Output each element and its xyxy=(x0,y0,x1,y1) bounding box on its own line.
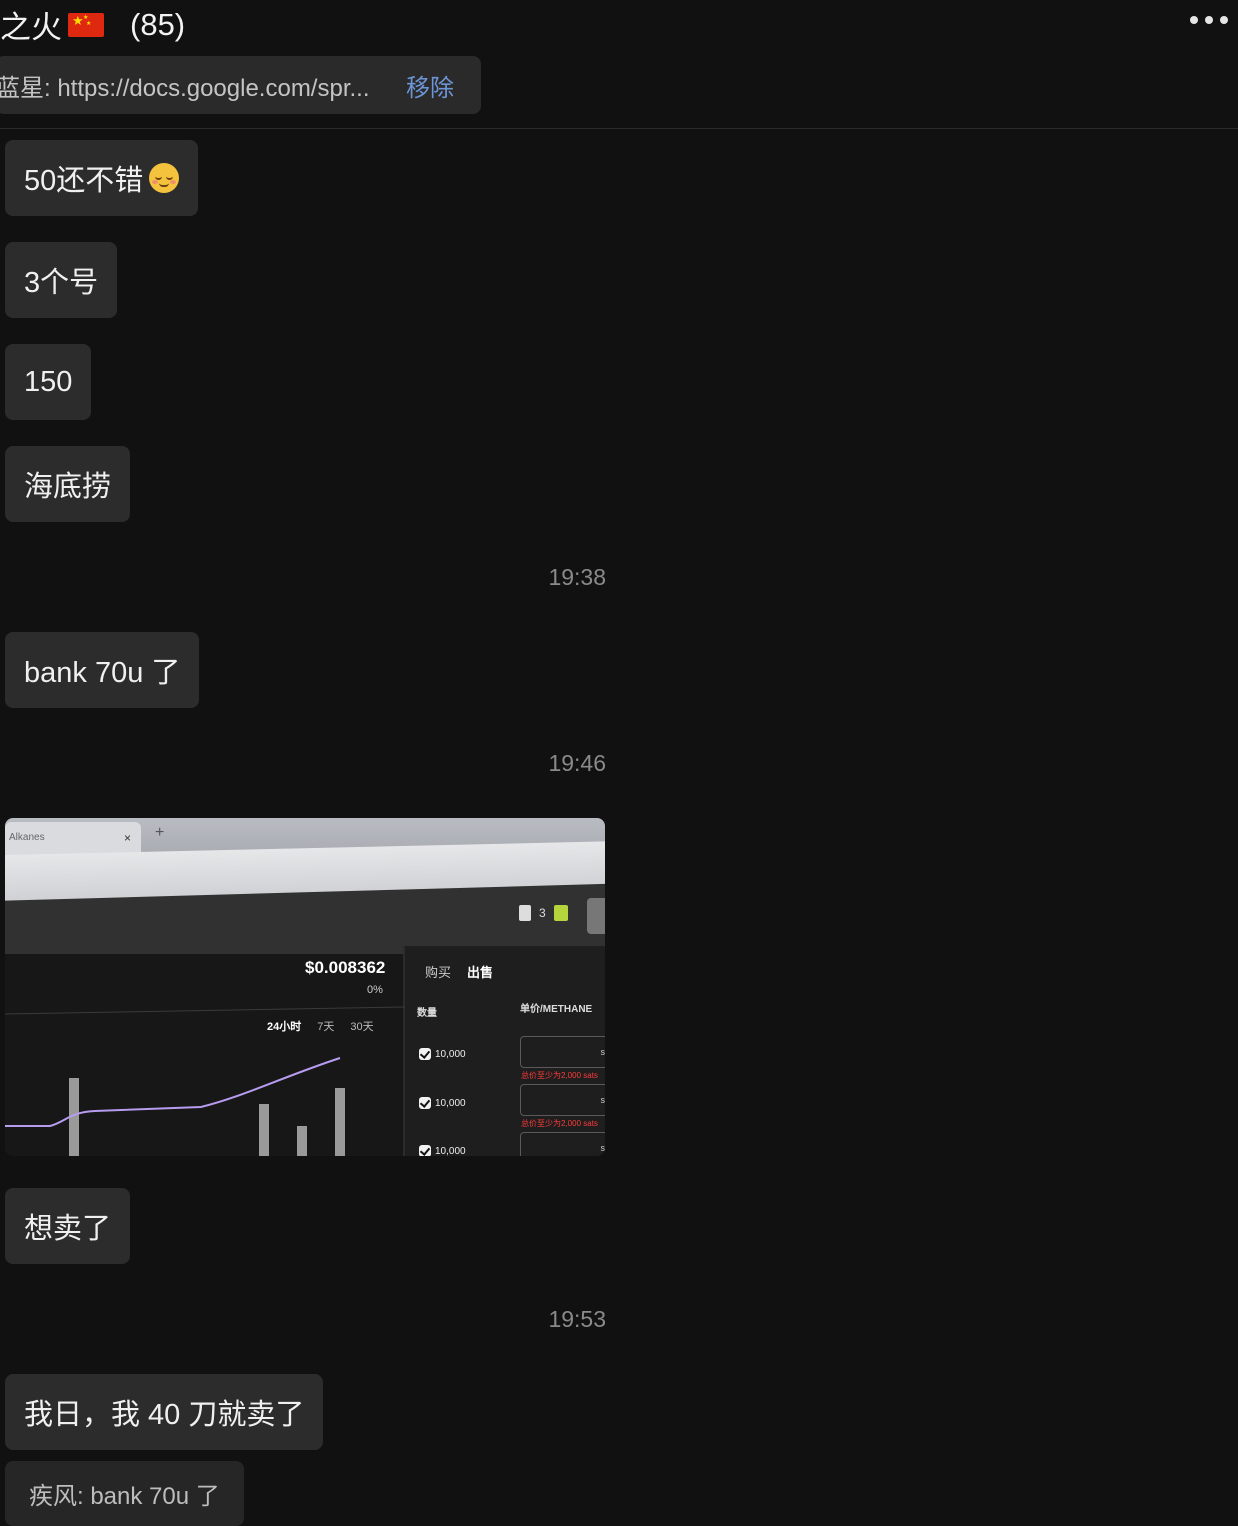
image-message[interactable]: Alkanes × + 3 $0.008362 0% 24小时 7天 30天 购… xyxy=(5,818,605,1156)
message-text: 150 xyxy=(24,365,73,398)
unit-price-header: 单价/METHANE xyxy=(520,1004,593,1015)
chat-title-text: 之火 xyxy=(0,10,62,45)
browser-tab: Alkanes × xyxy=(5,822,141,856)
gas-count: 3 xyxy=(539,906,546,920)
message-bubble[interactable]: bank 70u 了 xyxy=(5,632,200,708)
message-bubble[interactable]: 想卖了 xyxy=(5,1188,131,1264)
volume-bar xyxy=(335,1088,345,1156)
timestamp: 19:38 xyxy=(548,564,606,590)
pinned-remove-button[interactable]: 移除 xyxy=(406,68,454,103)
min-total-warning: 总价至少为2,000 sats xyxy=(521,1119,598,1128)
volume-bar xyxy=(297,1126,307,1156)
message-bubble[interactable]: 3个号 xyxy=(5,242,118,318)
unit-price-input: s xyxy=(520,1036,605,1068)
wallet-status: 3 xyxy=(519,905,568,921)
buy-tab: 购买 xyxy=(425,965,452,980)
pinned-message[interactable]: 蓝星: https://docs.google.com/spr... 移除 xyxy=(0,56,481,114)
message-text: 50还不错 xyxy=(24,165,144,197)
unit-price-input: s xyxy=(520,1132,605,1156)
message-text: 海底捞 xyxy=(24,471,112,503)
token-price: $0.008362 xyxy=(305,958,386,977)
chat-header: 之火 ★ ★ ★ (85) xyxy=(0,0,1238,48)
quoted-message[interactable]: 疾风: bank 70u 了 xyxy=(5,1461,244,1526)
price-change: 0% xyxy=(367,984,383,996)
more-dots-icon[interactable] xyxy=(1190,16,1228,24)
wallet-icon xyxy=(553,905,568,921)
message-bubble[interactable]: 150 xyxy=(5,344,92,420)
relieved-face-emoji-icon xyxy=(149,163,180,193)
tab-close-icon: × xyxy=(124,831,132,845)
timestamp: 19:53 xyxy=(548,1306,606,1332)
divider xyxy=(0,128,1238,129)
qty-header: 数量 xyxy=(417,1008,437,1019)
pinned-message-text: 蓝星: https://docs.google.com/spr... xyxy=(0,74,370,102)
order-row: 10,000 xyxy=(419,1048,466,1060)
price-line xyxy=(5,1057,341,1127)
sell-tab: 出售 xyxy=(467,965,494,980)
order-row: 10,000 xyxy=(419,1145,466,1156)
checkbox-icon xyxy=(419,1048,431,1060)
quoted-message-text: 疾风: bank 70u 了 xyxy=(29,1483,220,1510)
min-total-warning: 总价至少为2,000 sats xyxy=(521,1071,598,1080)
browser-tab-title: Alkanes xyxy=(9,832,45,843)
message-text: 想卖了 xyxy=(24,1213,112,1245)
message-text: 3个号 xyxy=(24,267,99,299)
chat-title: 之火 ★ ★ ★ (85) xyxy=(0,2,185,47)
connect-button xyxy=(587,898,605,934)
message-bubble[interactable]: 50还不错 xyxy=(5,140,199,216)
volume-bar xyxy=(259,1104,269,1156)
unit-price-input: s xyxy=(520,1084,605,1116)
order-qty: 10,000 xyxy=(435,1048,466,1060)
timestamp: 19:46 xyxy=(548,750,606,776)
message-text: bank 70u 了 xyxy=(24,657,181,689)
new-tab-icon: + xyxy=(155,824,165,841)
message-bubble[interactable]: 海底捞 xyxy=(5,446,131,522)
order-qty: 10,000 xyxy=(435,1097,466,1109)
message-text: 我日，我 40 刀就卖了 xyxy=(24,1399,305,1431)
order-row: 10,000 xyxy=(419,1097,466,1109)
message-bubble[interactable]: 我日，我 40 刀就卖了 xyxy=(5,1374,324,1450)
member-count: (85) xyxy=(130,6,186,42)
china-flag-icon: ★ ★ ★ xyxy=(68,12,104,37)
buy-sell-tabs: 购买 出售 xyxy=(425,962,493,981)
order-qty: 10,000 xyxy=(435,1145,466,1157)
checkbox-icon xyxy=(419,1145,431,1156)
price-chart xyxy=(5,1057,345,1156)
checkbox-icon xyxy=(419,1097,431,1109)
gas-pump-icon xyxy=(519,905,531,921)
